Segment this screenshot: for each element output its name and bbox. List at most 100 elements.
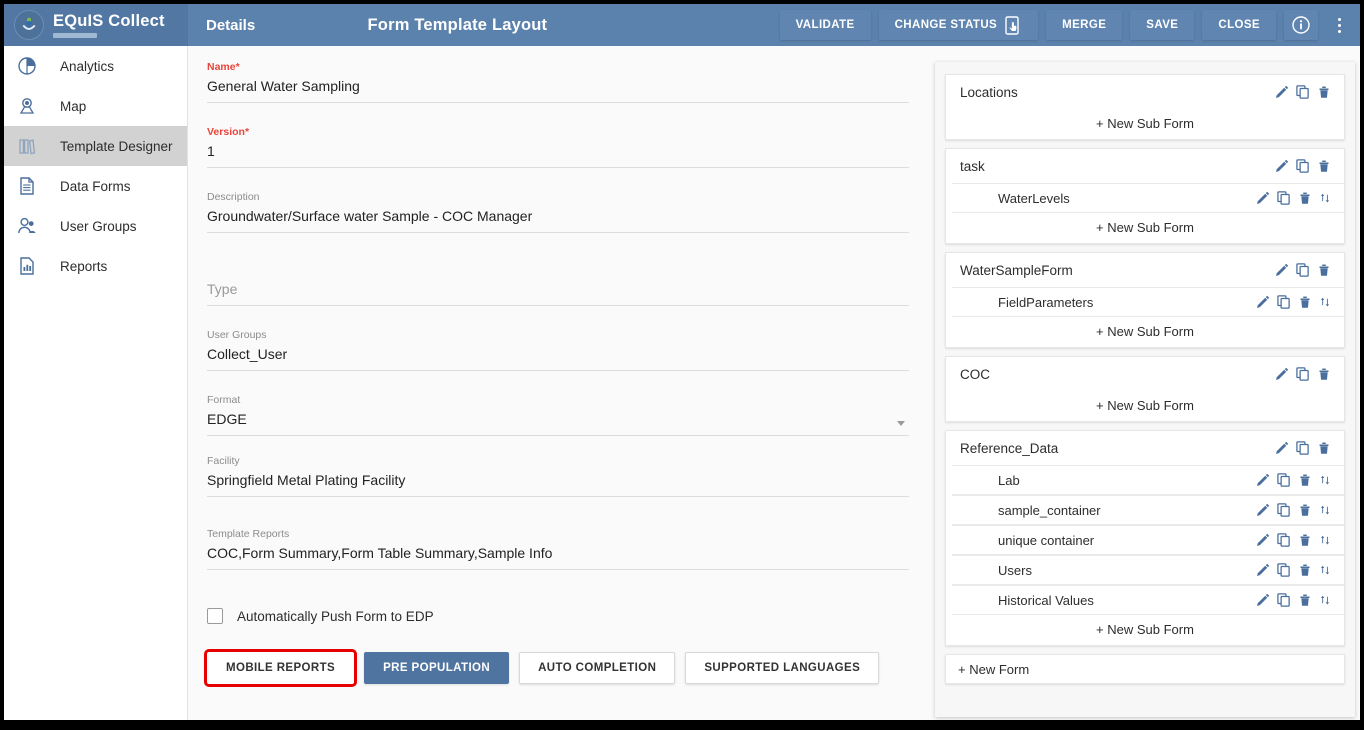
copy-icon[interactable] bbox=[1276, 592, 1292, 608]
pencil-icon[interactable] bbox=[1254, 502, 1271, 519]
trash-icon[interactable] bbox=[1297, 190, 1313, 206]
copy-icon[interactable] bbox=[1276, 562, 1292, 578]
field-description: Description Groundwater/Surface water Sa… bbox=[207, 190, 909, 233]
users-icon bbox=[16, 214, 46, 238]
form-card-header[interactable]: COC bbox=[946, 357, 1344, 391]
copy-icon[interactable] bbox=[1276, 532, 1292, 548]
pre-population-button[interactable]: PRE POPULATION bbox=[364, 652, 509, 684]
pencil-icon[interactable] bbox=[1254, 190, 1271, 207]
format-select[interactable]: EDGE bbox=[207, 409, 909, 436]
pencil-icon[interactable] bbox=[1254, 294, 1271, 311]
type-input[interactable]: Type bbox=[207, 279, 909, 306]
new-sub-form-button[interactable]: + New Sub Form bbox=[946, 109, 1344, 139]
auto-push-checkbox[interactable] bbox=[207, 608, 223, 624]
form-name: Reference_Data bbox=[960, 441, 1273, 456]
subform-row[interactable]: FieldParameters bbox=[952, 287, 1344, 317]
trash-icon[interactable] bbox=[1316, 158, 1332, 174]
trash-icon[interactable] bbox=[1297, 294, 1313, 310]
sort-arrows-icon[interactable] bbox=[1318, 473, 1332, 487]
new-sub-form-button[interactable]: + New Sub Form bbox=[946, 615, 1344, 645]
new-form-button[interactable]: + New Form bbox=[945, 654, 1345, 684]
subform-name: Lab bbox=[998, 473, 1254, 488]
sort-arrows-icon[interactable] bbox=[1318, 503, 1332, 517]
merge-button[interactable]: MERGE bbox=[1046, 10, 1122, 40]
form-card-header[interactable]: task bbox=[946, 149, 1344, 183]
pencil-icon[interactable] bbox=[1273, 262, 1290, 279]
subform-row[interactable]: unique container bbox=[952, 525, 1344, 555]
close-button[interactable]: CLOSE bbox=[1202, 10, 1276, 40]
sidebar-item-analytics[interactable]: Analytics bbox=[4, 46, 187, 86]
copy-icon[interactable] bbox=[1276, 502, 1292, 518]
version-input[interactable]: 1 bbox=[207, 141, 909, 168]
forms-tree-panel: Locations+ New Sub FormtaskWaterLevels+ … bbox=[935, 62, 1355, 717]
form-card-header[interactable]: Reference_Data bbox=[946, 431, 1344, 465]
subform-row[interactable]: Users bbox=[952, 555, 1344, 585]
new-sub-form-button[interactable]: + New Sub Form bbox=[946, 391, 1344, 421]
auto-push-checkbox-label: Automatically Push Form to EDP bbox=[237, 609, 434, 624]
subform-row[interactable]: Historical Values bbox=[952, 585, 1344, 615]
copy-icon[interactable] bbox=[1295, 262, 1311, 278]
pencil-icon[interactable] bbox=[1254, 562, 1271, 579]
form-card: WaterSampleFormFieldParameters+ New Sub … bbox=[945, 252, 1345, 348]
name-input[interactable]: General Water Sampling bbox=[207, 76, 909, 103]
pencil-icon[interactable] bbox=[1273, 440, 1290, 457]
subform-row[interactable]: sample_container bbox=[952, 495, 1344, 525]
sidebar-item-user-groups[interactable]: User Groups bbox=[4, 206, 187, 246]
row-action-icons bbox=[1273, 366, 1332, 383]
form-card-header[interactable]: Locations bbox=[946, 75, 1344, 109]
sort-arrows-icon[interactable] bbox=[1318, 533, 1332, 547]
pencil-icon[interactable] bbox=[1254, 592, 1271, 609]
description-input[interactable]: Groundwater/Surface water Sample - COC M… bbox=[207, 206, 909, 233]
sort-arrows-icon[interactable] bbox=[1318, 593, 1332, 607]
facility-input[interactable]: Springfield Metal Plating Facility bbox=[207, 470, 909, 497]
sidebar-item-reports[interactable]: Reports bbox=[4, 246, 187, 286]
copy-icon[interactable] bbox=[1276, 472, 1292, 488]
trash-icon[interactable] bbox=[1297, 592, 1313, 608]
sidebar-item-map[interactable]: Map bbox=[4, 86, 187, 126]
trash-icon[interactable] bbox=[1297, 502, 1313, 518]
pencil-icon[interactable] bbox=[1273, 158, 1290, 175]
subform-row[interactable]: WaterLevels bbox=[952, 183, 1344, 213]
copy-icon[interactable] bbox=[1295, 84, 1311, 100]
trash-icon[interactable] bbox=[1316, 440, 1332, 456]
info-circle-icon[interactable] bbox=[1284, 10, 1318, 40]
subform-name: WaterLevels bbox=[998, 191, 1254, 206]
sidebar-item-data-forms[interactable]: Data Forms bbox=[4, 166, 187, 206]
new-sub-form-button[interactable]: + New Sub Form bbox=[946, 317, 1344, 347]
subform-row[interactable]: Lab bbox=[952, 465, 1344, 495]
pencil-icon[interactable] bbox=[1254, 532, 1271, 549]
trash-icon[interactable] bbox=[1316, 366, 1332, 382]
template-reports-input[interactable]: COC,Form Summary,Form Table Summary,Samp… bbox=[207, 543, 909, 570]
sort-arrows-icon[interactable] bbox=[1318, 563, 1332, 577]
mobile-reports-button[interactable]: MOBILE REPORTS bbox=[207, 652, 354, 684]
copy-icon[interactable] bbox=[1295, 440, 1311, 456]
copy-icon[interactable] bbox=[1295, 366, 1311, 382]
change-status-button[interactable]: CHANGE STATUS bbox=[879, 10, 1039, 40]
trash-icon[interactable] bbox=[1297, 562, 1313, 578]
trash-icon[interactable] bbox=[1316, 262, 1332, 278]
pencil-icon[interactable] bbox=[1273, 84, 1290, 101]
validate-button[interactable]: VALIDATE bbox=[780, 10, 871, 40]
supported-languages-button[interactable]: SUPPORTED LANGUAGES bbox=[685, 652, 879, 684]
new-sub-form-button[interactable]: + New Sub Form bbox=[946, 213, 1344, 243]
close-button-label: CLOSE bbox=[1218, 19, 1260, 31]
save-button[interactable]: SAVE bbox=[1130, 10, 1194, 40]
auto-completion-button[interactable]: AUTO COMPLETION bbox=[519, 652, 675, 684]
pencil-icon[interactable] bbox=[1273, 366, 1290, 383]
copy-icon[interactable] bbox=[1295, 158, 1311, 174]
top-app-bar: EQuIS Collect Details Form Template Layo… bbox=[4, 4, 1360, 46]
trash-icon[interactable] bbox=[1297, 472, 1313, 488]
sidebar-item-template-designer[interactable]: Template Designer bbox=[4, 126, 187, 166]
pencil-icon[interactable] bbox=[1254, 472, 1271, 489]
chevron-down-icon[interactable] bbox=[897, 421, 905, 426]
copy-icon[interactable] bbox=[1276, 294, 1292, 310]
kebab-menu-icon[interactable] bbox=[1326, 10, 1352, 40]
trash-icon[interactable] bbox=[1297, 532, 1313, 548]
user-groups-input[interactable]: Collect_User bbox=[207, 344, 909, 371]
sidebar-item-label: Template Designer bbox=[60, 139, 173, 154]
copy-icon[interactable] bbox=[1276, 190, 1292, 206]
trash-icon[interactable] bbox=[1316, 84, 1332, 100]
form-card-header[interactable]: WaterSampleForm bbox=[946, 253, 1344, 287]
sort-arrows-icon[interactable] bbox=[1318, 295, 1332, 309]
sort-arrows-icon[interactable] bbox=[1318, 191, 1332, 205]
